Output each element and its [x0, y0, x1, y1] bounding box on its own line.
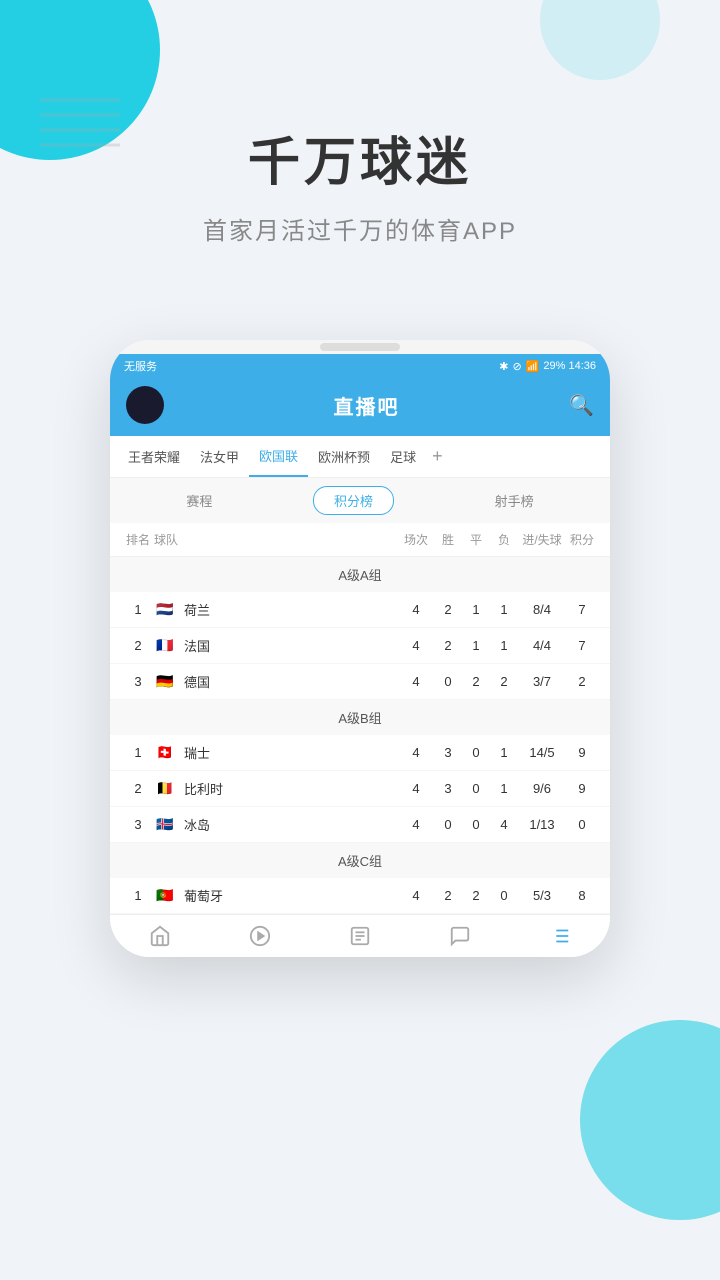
add-tab-icon[interactable]: +: [426, 438, 449, 475]
tab-fanv[interactable]: 法女甲: [190, 437, 249, 476]
avatar[interactable]: [126, 386, 164, 424]
sub-title: 首家月活过千万的体育APP: [0, 211, 720, 246]
flag-switzerland: 🇨🇭: [154, 746, 176, 760]
flag-belgium: 🇧🇪: [154, 782, 176, 796]
rank: 3: [122, 674, 154, 689]
tab-zuqiu[interactable]: 足球: [380, 437, 426, 476]
nav-chat[interactable]: [449, 925, 471, 947]
nav-list[interactable]: [549, 925, 571, 947]
group-a-header: A级A组: [110, 557, 610, 592]
battery-text: 29% 14:36: [543, 360, 596, 372]
table-row[interactable]: 3 🇮🇸 冰岛 4 0 0 4 1/13 0: [110, 807, 610, 843]
main-title: 千万球迷: [0, 120, 720, 195]
group-b-header: A级B组: [110, 700, 610, 735]
team-name: 🇮🇸 冰岛: [154, 815, 398, 834]
bluetooth-icon: ✱: [499, 360, 508, 373]
subtab-scorers[interactable]: 射手榜: [475, 487, 554, 514]
subtab-schedule[interactable]: 赛程: [166, 487, 232, 514]
bg-circle-bottom-right: [580, 1020, 720, 1220]
rank: 1: [122, 602, 154, 617]
flag-iceland: 🇮🇸: [154, 818, 176, 832]
nav-home[interactable]: [149, 925, 171, 947]
flag-netherlands: 🇳🇱: [154, 603, 176, 617]
table-row[interactable]: 2 🇧🇪 比利时 4 3 0 1 9/6 9: [110, 771, 610, 807]
nav-play[interactable]: [249, 925, 271, 947]
team-name: 🇫🇷 法国: [154, 636, 398, 655]
phone-top-bar: [110, 340, 610, 354]
header-rank: 排名: [122, 531, 154, 548]
flag-portugal: 🇵🇹: [154, 889, 176, 903]
header-played: 场次: [398, 531, 434, 548]
tab-ouyou[interactable]: 欧洲杯预: [308, 437, 380, 476]
team-name: 🇵🇹 葡萄牙: [154, 886, 398, 905]
table-row[interactable]: 2 🇫🇷 法国 4 2 1 1 4/4 7: [110, 628, 610, 664]
team-name: 🇳🇱 荷兰: [154, 600, 398, 619]
header-gd: 进/失球: [518, 531, 566, 548]
rank: 3: [122, 817, 154, 832]
team-name: 🇧🇪 比利时: [154, 779, 398, 798]
status-right: ✱ ⊘ 📶 29% 14:36: [499, 360, 596, 373]
rank: 1: [122, 888, 154, 903]
bottom-nav: [110, 914, 610, 957]
header-section: 千万球迷 首家月活过千万的体育APP: [0, 0, 720, 246]
phone-mockup: 无服务 ✱ ⊘ 📶 29% 14:36 直播吧 🔍 王者荣耀 法女甲 欧国联 欧…: [110, 340, 610, 957]
team-name: 🇩🇪 德国: [154, 672, 398, 691]
table-row[interactable]: 1 🇳🇱 荷兰 4 2 1 1 8/4 7: [110, 592, 610, 628]
header-pts: 积分: [566, 531, 598, 548]
group-c-header: A级C组: [110, 843, 610, 878]
team-name: 🇨🇭 瑞士: [154, 743, 398, 762]
table-header-row: 排名 球队 场次 胜 平 负 进/失球 积分: [110, 523, 610, 557]
rank: 2: [122, 781, 154, 796]
signal-icon: 📶: [526, 360, 540, 373]
status-no-service: 无服务: [124, 358, 157, 374]
sub-tabs: 赛程 积分榜 射手榜: [110, 478, 610, 523]
standings-table: 排名 球队 场次 胜 平 负 进/失球 积分 A级A组 1 🇳🇱 荷兰 4 2 …: [110, 523, 610, 957]
table-row[interactable]: 1 🇵🇹 葡萄牙 4 2 2 0 5/3 8: [110, 878, 610, 914]
rank: 1: [122, 745, 154, 760]
tab-wangzhe[interactable]: 王者荣耀: [118, 437, 190, 476]
header-team: 球队: [154, 531, 398, 548]
phone-notch: [320, 343, 400, 351]
header-draw: 平: [462, 531, 490, 548]
table-row[interactable]: 3 🇩🇪 德国 4 0 2 2 3/7 2: [110, 664, 610, 700]
header-lost: 负: [490, 531, 518, 548]
flag-france: 🇫🇷: [154, 639, 176, 653]
nav-tabs: 王者荣耀 法女甲 欧国联 欧洲杯预 足球 +: [110, 436, 610, 478]
search-icon[interactable]: 🔍: [569, 393, 594, 418]
app-title: 直播吧: [334, 391, 400, 420]
flag-germany: 🇩🇪: [154, 675, 176, 689]
rank: 2: [122, 638, 154, 653]
tab-ouguolian[interactable]: 欧国联: [249, 436, 308, 477]
wifi-icon: ⊘: [512, 360, 521, 373]
subtab-standings[interactable]: 积分榜: [313, 486, 394, 515]
header-won: 胜: [434, 531, 462, 548]
table-row[interactable]: 1 🇨🇭 瑞士 4 3 0 1 14/5 9: [110, 735, 610, 771]
status-bar: 无服务 ✱ ⊘ 📶 29% 14:36: [110, 354, 610, 378]
nav-news[interactable]: [349, 925, 371, 947]
app-header: 直播吧 🔍: [110, 378, 610, 436]
